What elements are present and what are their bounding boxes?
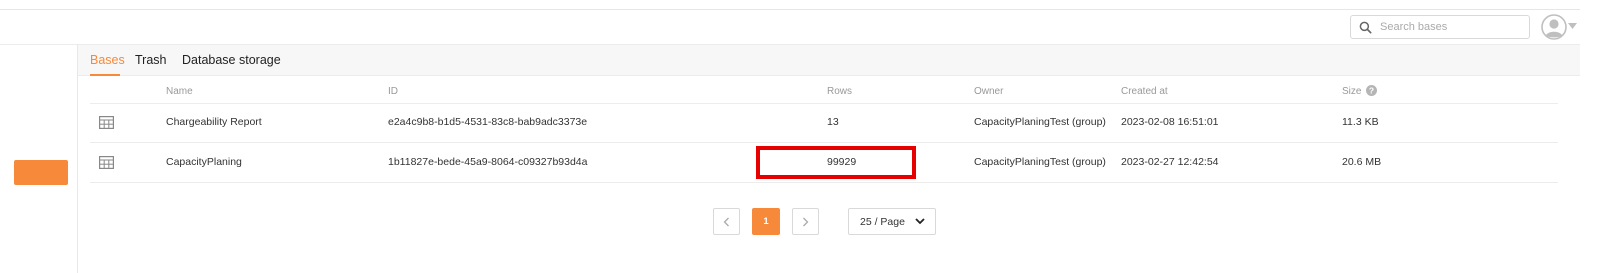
table-divider [90,182,1558,183]
chevron-right-icon [803,217,809,226]
table-icon [99,116,114,129]
pagination-prev-button[interactable] [713,208,740,235]
base-id: 1b11827e-bede-45a9-8064-c09327b93d4a [388,156,588,168]
tab-trash[interactable]: Trash [135,53,167,67]
column-header-rows[interactable]: Rows [827,86,852,97]
base-size: 11.3 KB [1342,116,1379,128]
page-size-label: 25 / Page [860,215,905,228]
base-rows: 13 [827,116,839,128]
chevron-down-icon [915,218,925,225]
pagination-next-button[interactable] [792,208,819,235]
table-icon [99,156,114,169]
pagination-page-current[interactable]: 1 [752,208,780,235]
base-owner: CapacityPlaningTest (group) [974,156,1106,168]
column-header-name[interactable]: Name [166,86,193,97]
tab-database-storage[interactable]: Database storage [182,53,281,67]
base-id: e2a4c9b8-b1d5-4531-83c8-bab9adc3373e [388,116,588,128]
search-icon [1359,21,1372,34]
base-created-at: 2023-02-27 12:42:54 [1121,156,1219,168]
table-divider [90,142,1558,143]
highlight-annotation-box [756,146,916,179]
search-box[interactable] [1350,15,1530,39]
chevron-left-icon [723,217,729,226]
page-size-select[interactable]: 25 / Page [848,208,936,235]
app-root: Bases Trash Database storage Name ID Row… [0,0,1620,273]
base-name-link[interactable]: Chargeability Report [166,116,262,128]
column-header-created-at[interactable]: Created at [1121,86,1168,97]
column-header-size[interactable]: Size [1342,86,1361,97]
active-tab-underline [90,74,120,76]
base-created-at: 2023-02-08 16:51:01 [1121,116,1219,128]
svg-text:?: ? [1369,86,1374,96]
search-input[interactable] [1380,21,1520,33]
user-circle-icon[interactable] [1541,14,1567,40]
base-name-link[interactable]: CapacityPlaning [166,156,242,168]
base-size: 20.6 MB [1342,156,1382,168]
caret-down-icon[interactable] [1568,23,1577,29]
base-owner: CapacityPlaningTest (group) [974,116,1106,128]
column-header-id[interactable]: ID [388,86,398,97]
column-header-owner[interactable]: Owner [974,86,1003,97]
tab-bar: Bases Trash Database storage [78,45,1580,76]
tab-bases[interactable]: Bases [90,53,125,67]
sidebar-active-item[interactable] [14,160,68,185]
question-circle-icon[interactable]: ? [1366,85,1377,96]
top-divider [0,9,1580,10]
table-divider [90,103,1558,104]
sidebar-divider [77,44,78,273]
